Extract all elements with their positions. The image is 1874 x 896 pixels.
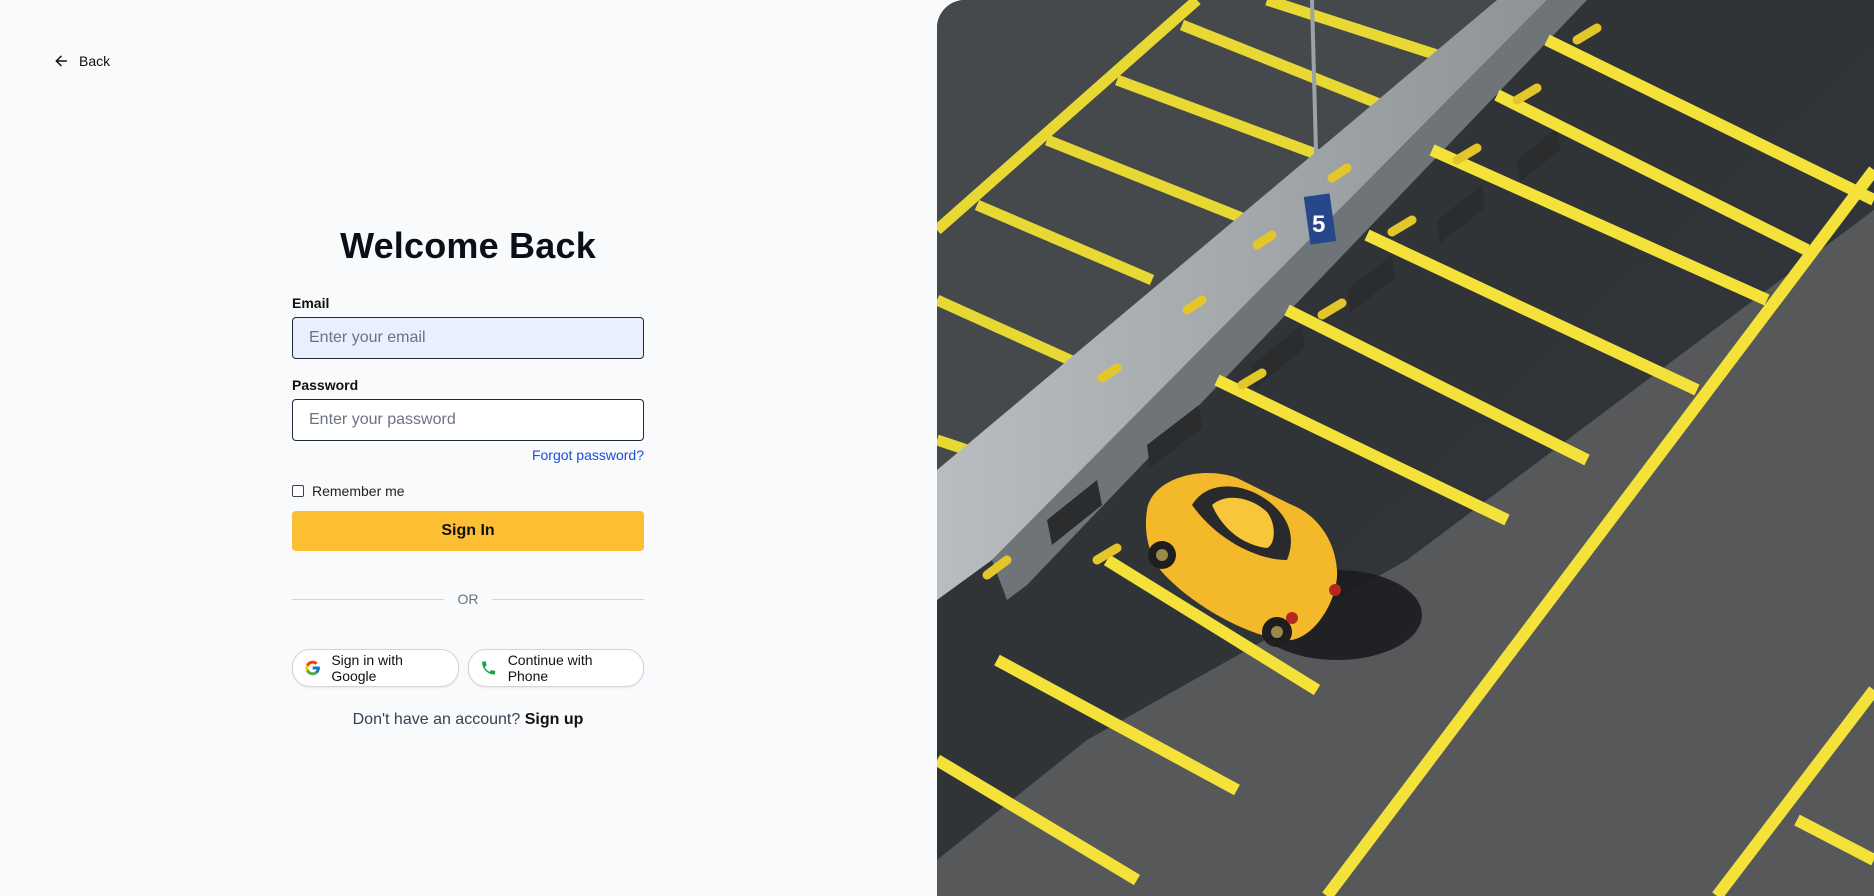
hero-image: 5 — [937, 0, 1874, 896]
password-label: Password — [292, 377, 359, 393]
social-login-row: Sign in with Google Continue with Phone — [292, 649, 644, 687]
phone-sign-in-button[interactable]: Continue with Phone — [468, 649, 644, 687]
signup-prompt: Don't have an account? — [352, 711, 521, 728]
page-title: Welcome Back — [340, 225, 596, 266]
forgot-password-link[interactable]: Forgot password? — [292, 447, 644, 463]
remember-me: Remember me — [292, 483, 644, 499]
arrow-left-icon — [55, 55, 68, 67]
sign-in-button[interactable]: Sign In — [292, 511, 644, 551]
remember-me-label: Remember me — [312, 483, 405, 499]
parking-lot-illustration: 5 — [937, 0, 1874, 896]
divider-label: OR — [443, 589, 493, 609]
phone-icon — [482, 661, 496, 675]
email-field[interactable] — [292, 317, 644, 359]
back-label: Back — [79, 53, 111, 69]
sign-up-link[interactable]: Sign up — [525, 711, 584, 728]
google-sign-in-button[interactable]: Sign in with Google — [292, 649, 460, 687]
password-field[interactable] — [292, 399, 644, 441]
email-label: Email — [292, 295, 330, 311]
or-divider: OR — [292, 589, 644, 609]
phone-button-label: Continue with Phone — [507, 652, 593, 684]
login-panel: Back Welcome Back Email Password Forgot … — [0, 0, 937, 896]
back-button[interactable]: Back — [53, 50, 110, 72]
level-sign-number: 5 — [1312, 211, 1325, 238]
remember-me-checkbox[interactable] — [292, 485, 304, 497]
google-button-label: Sign in with Google — [331, 652, 403, 684]
signup-row: Don't have an account? Sign up — [292, 711, 644, 729]
google-icon — [305, 660, 320, 676]
login-form: Welcome Back Email Password Forgot passw… — [292, 225, 644, 729]
